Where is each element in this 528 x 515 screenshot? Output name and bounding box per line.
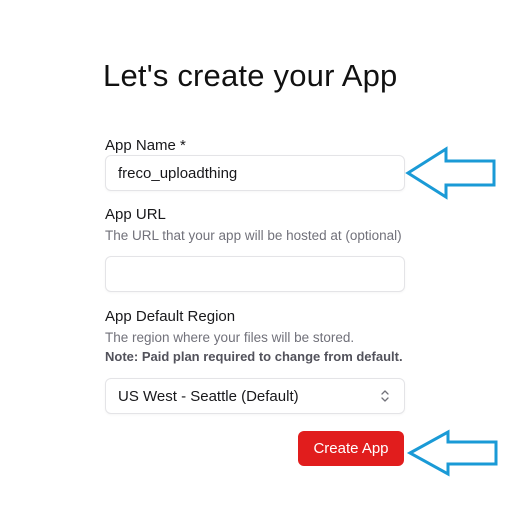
left-arrow-annotation-icon [405,146,496,200]
app-url-field[interactable] [105,256,405,292]
app-url-label: App URL [105,206,166,223]
app-name-field[interactable] [105,155,405,191]
region-plan-note: Note: Paid plan required to change from … [105,349,403,364]
create-app-page: Let's create your App App Name * App URL… [0,0,528,515]
app-url-hint: The URL that your app will be hosted at … [105,228,402,243]
app-url-input[interactable] [106,257,388,291]
chevron-up-down-icon [381,390,389,402]
region-label: App Default Region [105,308,236,325]
region-hint: The region where your files will be stor… [105,330,355,345]
create-app-button[interactable]: Create App [298,431,404,466]
region-selected-value: US West - Seattle (Default) [118,388,299,405]
region-select[interactable]: US West - Seattle (Default) [105,378,405,414]
left-arrow-annotation-icon [406,429,498,477]
app-name-label: App Name * [105,137,186,154]
page-title: Let's create your App [103,58,398,93]
app-name-input[interactable] [106,156,388,190]
